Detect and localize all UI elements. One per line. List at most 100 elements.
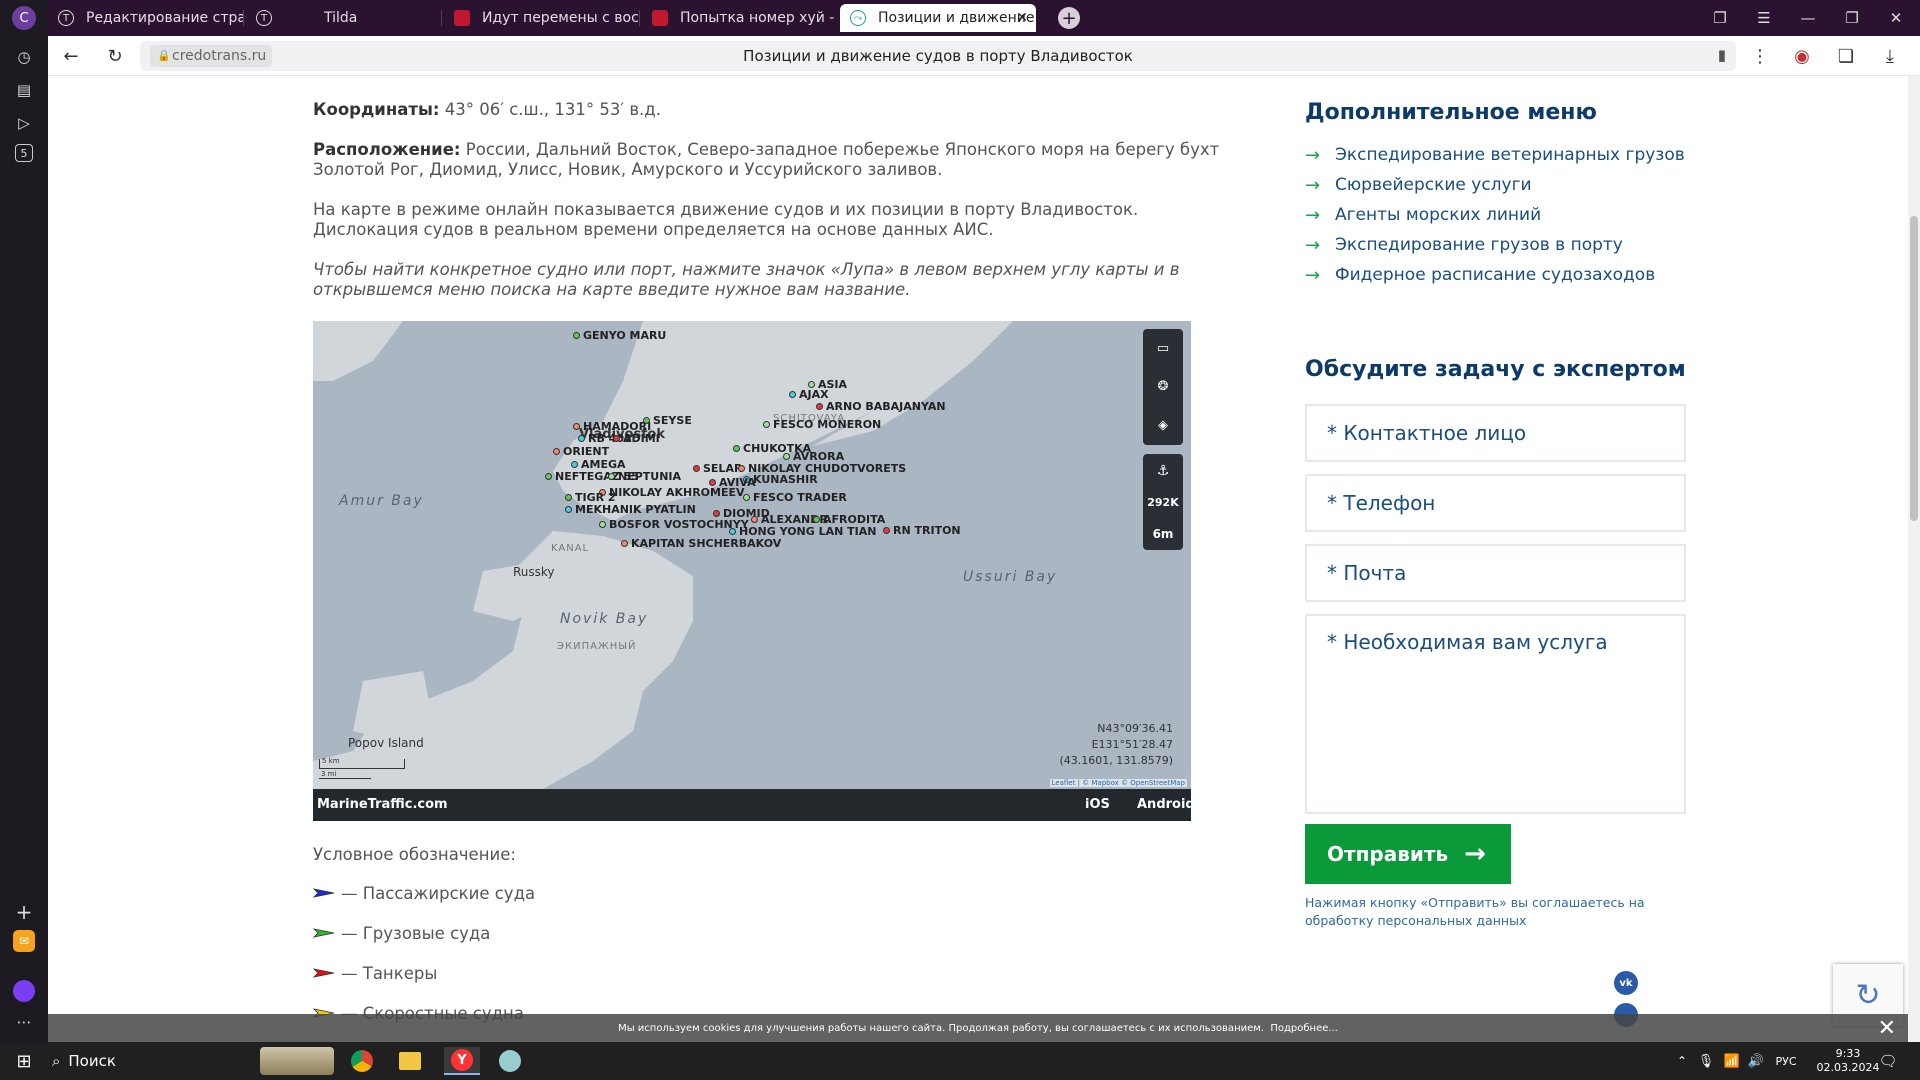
more-icon[interactable]: ⋯ — [12, 1010, 36, 1034]
vessel-label[interactable]: FESCO MONERON — [773, 418, 881, 431]
menu-item-agents[interactable]: → Агенты морских линий — [1305, 200, 1725, 230]
layers-icon[interactable]: ◈ — [1158, 418, 1168, 433]
submit-button[interactable]: Отправить → — [1305, 824, 1511, 884]
vessel-map[interactable]: Amur Bay Ussuri Bay Novik Bay Vladivosto… — [313, 321, 1191, 789]
scroll-thumb[interactable] — [1910, 216, 1918, 521]
vessel-marker[interactable] — [573, 423, 580, 430]
ios-link[interactable]: iOS — [1085, 797, 1110, 812]
notifications-icon[interactable]: 🗨 — [1874, 1047, 1902, 1075]
mail-app-icon[interactable]: ✉ — [13, 930, 35, 952]
yandex-browser-icon[interactable]: Y — [444, 1047, 480, 1075]
url-box[interactable]: 🔒 credotrans.ru Позиции и движение судов … — [140, 41, 1736, 71]
menu-item-vet-cargo[interactable]: → Экспедирование ветеринарных грузов — [1305, 140, 1725, 170]
tab-east-changes[interactable]: Идут перемены с востока — [444, 4, 640, 32]
tab-tilda[interactable]: T Tilda — [246, 4, 442, 32]
vessel-label[interactable]: KUNASHIR — [753, 473, 818, 486]
vessel-marker[interactable] — [783, 453, 790, 460]
vessel-marker[interactable] — [565, 506, 572, 513]
tab-attempt[interactable]: Попытка номер хуй - ЯПл — [642, 4, 838, 32]
vessel-marker[interactable] — [738, 465, 745, 472]
extension-icon[interactable]: ◉ — [1790, 44, 1814, 68]
video-icon[interactable]: ▷ — [12, 111, 36, 135]
vessel-label[interactable]: FESCO TRADER — [753, 491, 847, 504]
tab-edit-page[interactable]: T Редактирование страниц — [48, 4, 244, 32]
vessel-label[interactable]: SEYSE — [653, 414, 692, 427]
vk-icon[interactable]: vk — [1614, 971, 1638, 995]
vessel-label[interactable]: MEKHANIK PYATLIN — [575, 503, 696, 516]
vessel-label[interactable]: ARNO BABAJANYAN — [826, 400, 946, 413]
close-icon[interactable]: ✕ — [1878, 1016, 1896, 1041]
vessel-label[interactable]: KAPITAN SHCHERBAKOV — [631, 537, 781, 550]
vessel-label[interactable]: ADIMI — [623, 432, 660, 445]
volume-icon[interactable]: 🔊 — [1746, 1047, 1766, 1075]
vessel-marker[interactable] — [789, 391, 796, 398]
vessel-marker[interactable] — [816, 403, 823, 410]
vessel-marker[interactable] — [565, 494, 572, 501]
time-filter[interactable]: 6m — [1153, 527, 1174, 541]
downloads-icon[interactable]: ⤓ — [1878, 44, 1902, 68]
vessel-marker[interactable] — [643, 417, 650, 424]
vessel-marker[interactable] — [613, 435, 620, 442]
vessel-label[interactable]: NIKOLAY AKHROMEEV — [609, 486, 745, 499]
windows-start-icon[interactable]: ⊞ — [10, 1047, 38, 1075]
vessel-marker[interactable] — [599, 521, 606, 528]
bookmarks-panel-icon[interactable]: ❐ — [1700, 0, 1740, 36]
chrome-icon[interactable] — [348, 1047, 376, 1075]
vessel-marker[interactable] — [733, 445, 740, 452]
maximize-icon[interactable]: ❐ — [1832, 0, 1872, 36]
bookmark-icon[interactable]: ▮ — [1718, 46, 1726, 64]
minimize-icon[interactable]: — — [1788, 0, 1828, 36]
vessel-marker[interactable] — [813, 516, 820, 523]
vessel-marker[interactable] — [743, 494, 750, 501]
menu-item-port-forwarding[interactable]: → Экспедирование грузов в порту — [1305, 230, 1725, 260]
menu-item-survey[interactable]: → Сюрвейерские услуги — [1305, 170, 1725, 200]
page-scrollbar[interactable] — [1908, 76, 1920, 1042]
vessel-marker[interactable] — [808, 381, 815, 388]
menu-icon[interactable]: ☰ — [1744, 0, 1784, 36]
vessel-marker[interactable] — [621, 540, 628, 547]
add-panel-icon[interactable]: + — [12, 900, 36, 924]
vessel-marker[interactable] — [729, 528, 736, 535]
email-field[interactable]: * Почта — [1305, 544, 1686, 602]
cookie-more-link[interactable]: Подробнее... — [1270, 1023, 1338, 1034]
map-attribution[interactable]: Leaflet | © Mapbox © OpenStreetMap — [1049, 779, 1187, 787]
contact-field[interactable]: * Контактное лицо — [1305, 404, 1686, 462]
alice-icon[interactable] — [13, 980, 35, 1002]
vessel-label[interactable]: BOSFOR VOSTOCHNYY — [609, 518, 749, 531]
new-tab-button[interactable]: + — [1058, 7, 1080, 29]
vessel-marker[interactable] — [693, 465, 700, 472]
tray-arrow-icon[interactable]: ⌃ — [1672, 1047, 1692, 1075]
ship-count-icon[interactable]: ⚓ — [1157, 463, 1170, 479]
vessel-marker[interactable] — [545, 473, 552, 480]
service-textarea[interactable]: * Необходимая вам услуга — [1305, 614, 1686, 814]
history-icon[interactable]: ◷ — [12, 45, 36, 69]
language-indicator[interactable]: РУС — [1768, 1047, 1804, 1075]
kebab-menu-icon[interactable]: ⋮ — [1748, 44, 1772, 68]
vessel-marker[interactable] — [571, 461, 578, 468]
weather-icon[interactable]: ❂ — [1158, 379, 1169, 394]
collections-button-icon[interactable]: ❏ — [1834, 44, 1858, 68]
vessel-label[interactable]: NEPTUNIA — [618, 470, 681, 483]
vessel-label[interactable]: ORIENT — [563, 445, 609, 458]
vessel-label[interactable]: SELAR — [703, 462, 742, 475]
close-window-icon[interactable]: ✕ — [1876, 0, 1916, 36]
vessel-marker[interactable] — [553, 448, 560, 455]
vessel-marker[interactable] — [709, 479, 716, 486]
explorer-icon[interactable] — [396, 1047, 424, 1075]
profile-avatar[interactable]: C — [12, 6, 36, 30]
app-icon[interactable] — [492, 1047, 528, 1075]
reload-icon[interactable]: ↻ — [103, 44, 127, 68]
tab-ship-positions[interactable]: ⤳ Позиции и движение с ✕ — [840, 4, 1036, 32]
close-tab-icon[interactable]: ✕ — [1016, 10, 1028, 26]
vessel-label[interactable]: AJAX — [799, 388, 829, 401]
vessel-marker[interactable] — [713, 510, 720, 517]
microphone-icon[interactable]: 🎙 — [1696, 1047, 1716, 1075]
android-link[interactable]: Android — [1137, 797, 1195, 812]
vessel-marker[interactable] — [608, 473, 615, 480]
collections-icon[interactable]: ▤ — [12, 78, 36, 102]
network-icon[interactable]: 📶 — [1722, 1047, 1742, 1075]
vessel-label[interactable]: RN TRITON — [893, 524, 961, 537]
app-badge-icon[interactable]: 5 — [15, 144, 33, 162]
menu-item-feeder[interactable]: → Фидерное расписание судозаходов — [1305, 260, 1725, 290]
vessel-marker[interactable] — [751, 516, 758, 523]
